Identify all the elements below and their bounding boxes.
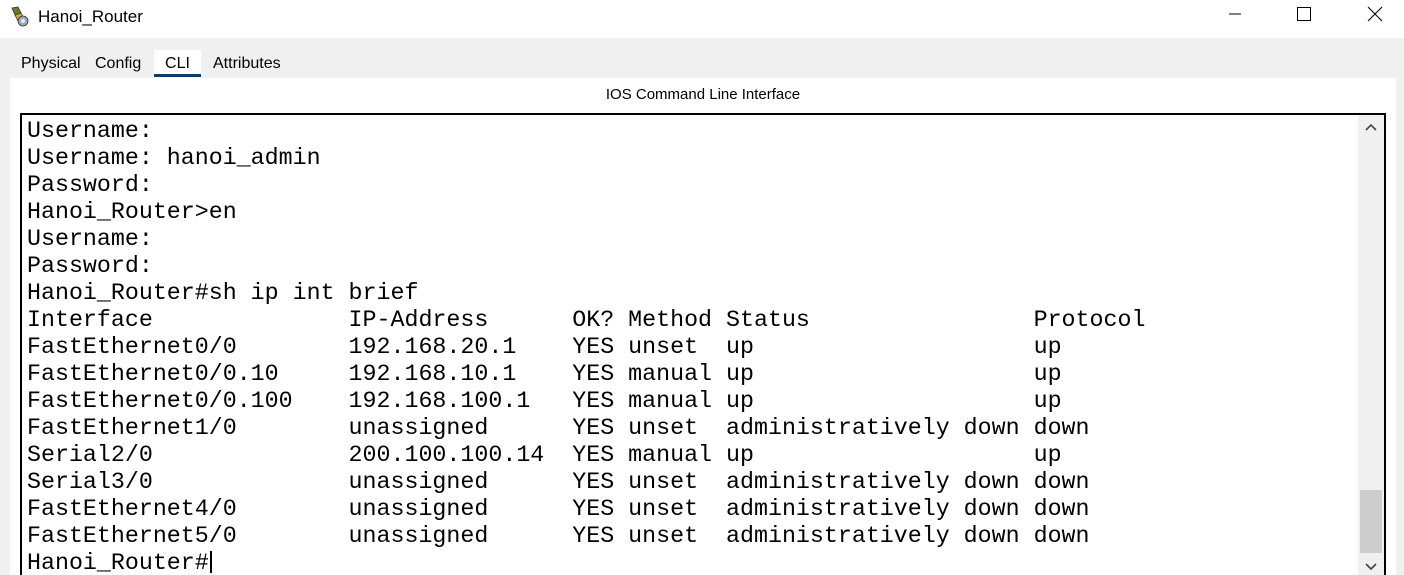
tab-cli-label: CLI: [165, 55, 190, 72]
scroll-down-button[interactable]: [1358, 555, 1384, 575]
minimize-button[interactable]: [1212, 0, 1258, 32]
terminal-line: Hanoi_Router#sh ip int brief: [27, 280, 419, 306]
chevron-up-icon: [1364, 119, 1378, 137]
device-dialog-body: Physical Config CLI Attributes IOS Comma…: [0, 38, 1404, 575]
terminal-line: FastEthernet0/0.10 192.168.10.1 YES manu…: [27, 361, 1062, 387]
terminal-line: Password:: [27, 172, 153, 198]
vertical-scrollbar[interactable]: [1358, 115, 1384, 575]
terminal-line: Serial2/0 200.100.100.14 YES manual up u…: [27, 442, 1062, 468]
close-icon: [1367, 6, 1383, 27]
scrollbar-thumb[interactable]: [1360, 490, 1382, 553]
terminal-line: FastEthernet0/0.100 192.168.100.1 YES ma…: [27, 388, 1062, 414]
terminal-line: Username:: [27, 118, 153, 144]
terminal-output: Username: Username: hanoi_admin Password: H…: [27, 118, 1145, 575]
cli-terminal[interactable]: Username: Username: hanoi_admin Password: H…: [20, 113, 1386, 575]
tab-strip: Physical Config CLI Attributes: [10, 50, 291, 77]
tab-attributes[interactable]: Attributes: [201, 50, 291, 77]
terminal-line: FastEthernet1/0 unassigned YES unset adm…: [27, 415, 1090, 441]
router-app-icon: [9, 5, 33, 29]
scroll-up-button[interactable]: [1358, 115, 1384, 141]
minimize-icon: [1228, 7, 1242, 26]
tab-cli[interactable]: CLI: [154, 50, 201, 77]
text-cursor: [209, 551, 212, 573]
terminal-line: Username:: [27, 226, 153, 252]
window-title: Hanoi_Router: [38, 7, 143, 26]
tab-config[interactable]: Config: [90, 50, 154, 77]
terminal-line: Hanoi_Router>en: [27, 199, 237, 225]
terminal-line: Interface IP-Address OK? Method Status P…: [27, 307, 1146, 333]
tab-physical[interactable]: Physical: [10, 50, 90, 77]
terminal-line: FastEthernet4/0 unassigned YES unset adm…: [27, 496, 1090, 522]
close-button[interactable]: [1352, 0, 1398, 32]
terminal-prompt: Hanoi_Router#: [27, 550, 209, 575]
cli-panel: IOS Command Line Interface Username: User…: [10, 78, 1396, 575]
chevron-down-icon: [1364, 559, 1378, 575]
title-bar[interactable]: Hanoi_Router: [0, 0, 1404, 38]
active-tab-indicator: [154, 74, 201, 77]
terminal-line: Password:: [27, 253, 153, 279]
panel-title: IOS Command Line Interface: [605, 86, 801, 103]
terminal-prompt-line[interactable]: Hanoi_Router#: [27, 550, 1145, 575]
terminal-line: Username: hanoi_admin: [27, 145, 321, 171]
terminal-line: FastEthernet5/0 unassigned YES unset adm…: [27, 523, 1090, 549]
terminal-line: FastEthernet0/0 192.168.20.1 YES unset u…: [27, 334, 1062, 360]
maximize-button[interactable]: [1281, 0, 1327, 32]
terminal-line: Serial3/0 unassigned YES unset administr…: [27, 469, 1090, 495]
application-window: Hanoi_Router Physical Config CLI Attribu…: [0, 0, 1404, 575]
maximize-icon: [1296, 6, 1312, 27]
